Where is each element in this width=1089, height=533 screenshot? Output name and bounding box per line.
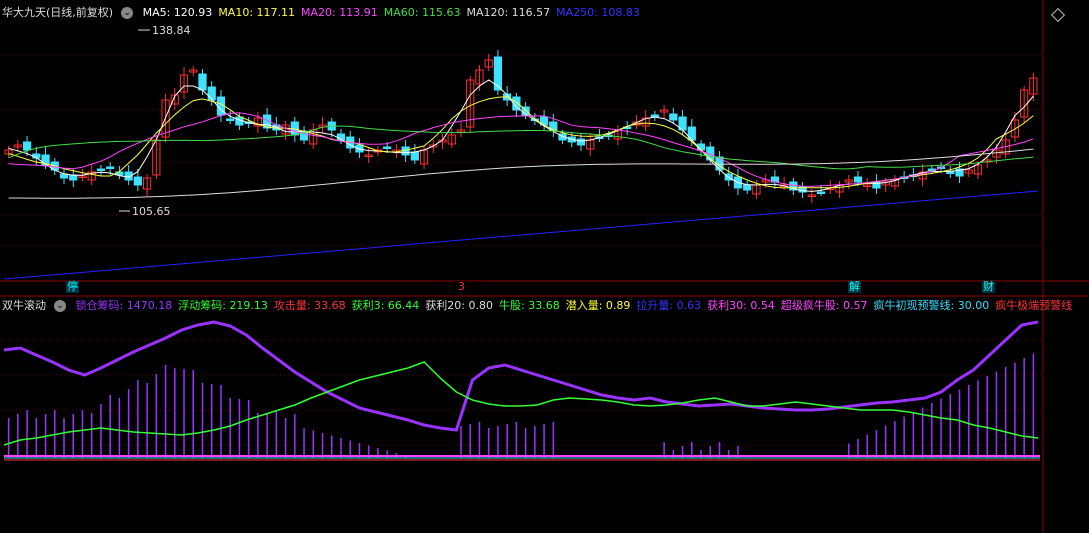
- candle-body: [650, 114, 659, 117]
- chevron-down-icon[interactable]: ⌄: [54, 300, 66, 312]
- event-marker-0[interactable]: 停: [66, 281, 79, 293]
- candle-body: [198, 73, 207, 91]
- candle-body: [383, 146, 392, 149]
- indicator-label-0: 锁仓筹码: 1470.18: [75, 299, 173, 312]
- candle-body: [133, 176, 142, 186]
- ma-label-2: MA20: 113.91: [301, 6, 378, 19]
- event-marker-1[interactable]: 3: [457, 281, 466, 293]
- candle-body: [669, 113, 678, 121]
- candle-body: [22, 141, 32, 151]
- indicator-label-7: 拉升量: 0.63: [636, 299, 702, 312]
- indicator-legend: 双牛滚动 ⌄ 锁仓筹码: 1470.18 浮动筹码: 219.13 攻击量: 33.6…: [2, 297, 1084, 315]
- kline-chart[interactable]: 138.84 105.65: [0, 0, 1089, 533]
- price-high-label: 138.84: [152, 24, 191, 37]
- candle-body: [96, 168, 106, 171]
- ma-label-0: MA5: 120.93: [142, 6, 213, 19]
- lock-chip-line: [3, 320, 1039, 432]
- candle-body: [853, 176, 863, 183]
- indicator-label-2: 攻击量: 33.68: [273, 299, 346, 312]
- chevron-down-icon[interactable]: ⌄: [121, 7, 134, 19]
- candle-body: [106, 166, 115, 169]
- candle-body: [816, 191, 826, 194]
- main-legend: 华大九天(日线,前复权) ⌄ MA5: 120.93 MA10: 117.11 MA2…: [2, 4, 652, 22]
- ma-label-1: MA10: 117.11: [218, 6, 296, 19]
- indicator-label-10: 疯牛初现预警线: 30.00: [873, 299, 990, 312]
- ma120-line: [8, 148, 1034, 199]
- indicator-label-5: 牛股: 33.68: [499, 299, 560, 312]
- ma-label-5: MA250: 108.83: [556, 6, 640, 19]
- indicator-label-4: 获利20: 0.80: [425, 299, 494, 312]
- event-marker-3[interactable]: 财: [982, 281, 995, 293]
- candle-body: [743, 184, 752, 191]
- candle-body: [946, 171, 955, 174]
- candle-body: [410, 151, 419, 161]
- candle-body: [226, 118, 235, 121]
- indicator-values: 锁仓筹码: 1470.18 浮动筹码: 219.13 攻击量: 33.68 获利3: …: [76, 299, 1079, 312]
- indicator-label-9: 超级疯牛股: 0.57: [780, 299, 868, 312]
- candle-body: [69, 174, 78, 181]
- candle-body: [493, 56, 503, 91]
- stock-title: 华大九天(日线,前复权): [2, 6, 114, 19]
- price-low-label: 105.65: [132, 205, 171, 218]
- indicator-label-11: 疯牛极端预警线: [995, 299, 1073, 312]
- ma-label-4: MA120: 116.57: [466, 6, 551, 19]
- indicator-label-1: 浮动筹码: 219.13: [178, 299, 268, 312]
- indicator-label-3: 获利3: 66.44: [351, 299, 420, 312]
- indicator-label-6: 潜入量: 0.89: [565, 299, 631, 312]
- ma-values: MA5: 120.93 MA10: 117.11 MA20: 113.91 MA60:…: [143, 6, 646, 19]
- indicator-label-8: 获利30: 0.54: [707, 299, 775, 312]
- ma-label-3: MA60: 115.63: [383, 6, 461, 19]
- event-marker-2[interactable]: 解: [848, 281, 861, 293]
- candle-body: [576, 138, 586, 146]
- candle-body: [687, 126, 696, 141]
- indicator-name: 双牛滚动: [2, 299, 46, 312]
- candle-body: [207, 86, 216, 101]
